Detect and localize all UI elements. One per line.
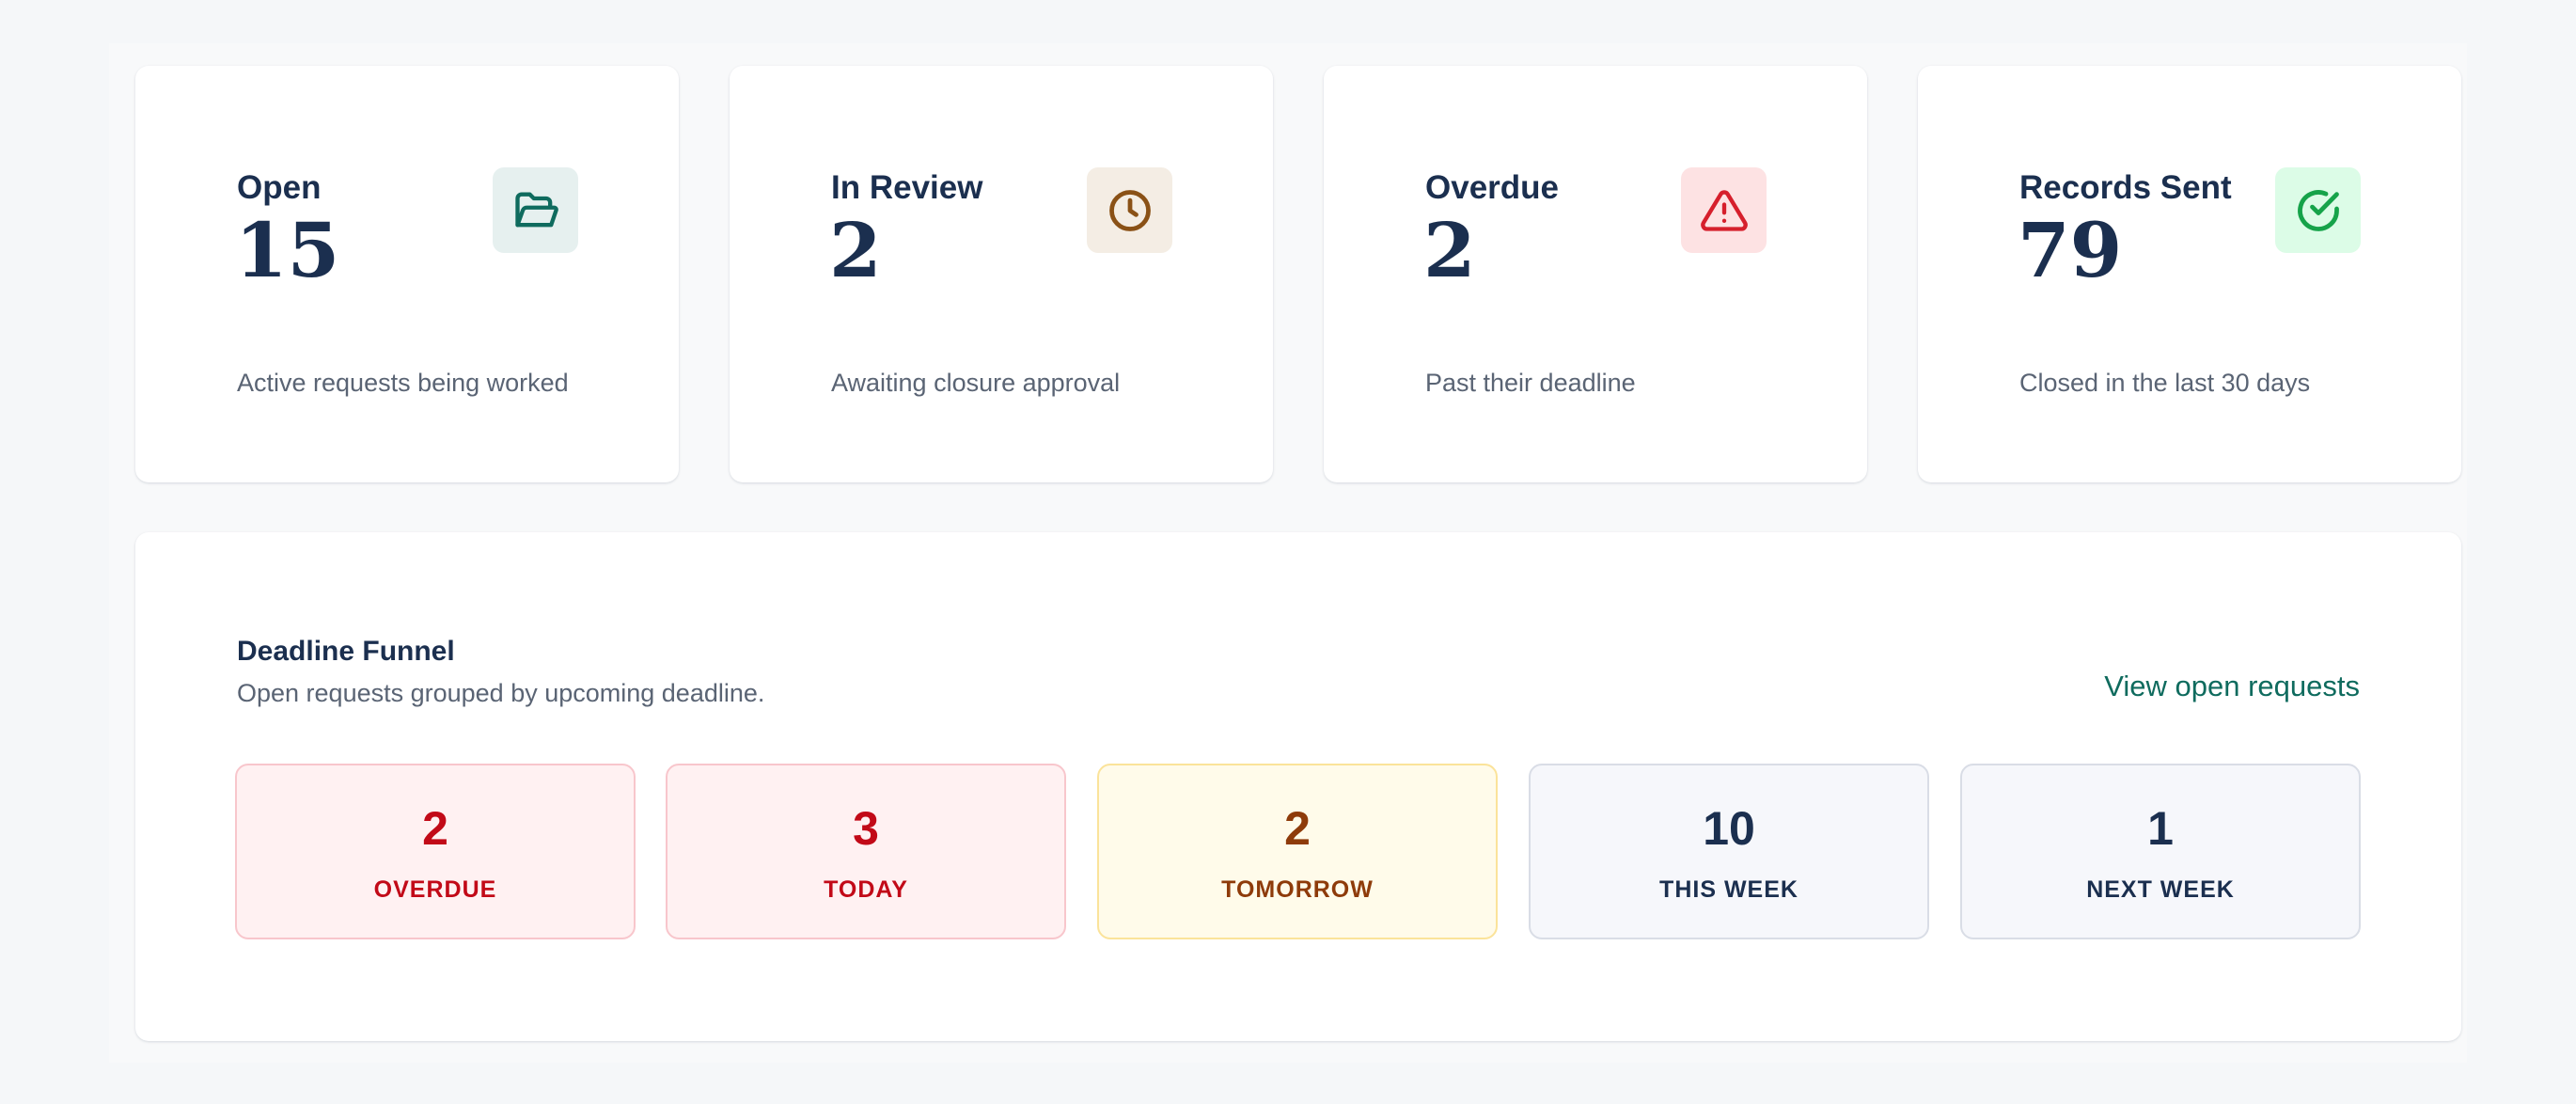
bucket-label: TODAY [824, 876, 908, 903]
bucket-label: TOMORROW [1221, 876, 1374, 903]
bucket-count: 1 [2147, 802, 2174, 855]
funnel-subtitle: Open requests grouped by upcoming deadli… [237, 679, 765, 707]
funnel-bucket-today[interactable]: 3 TODAY [666, 764, 1066, 939]
funnel-bucket-this-week[interactable]: 10 THIS WEEK [1529, 764, 1929, 939]
bucket-count: 10 [1703, 802, 1755, 855]
bucket-label: THIS WEEK [1659, 876, 1798, 903]
view-open-requests-link[interactable]: View open requests [2104, 670, 2360, 703]
stat-label: Overdue [1425, 169, 1559, 206]
stat-label: Records Sent [2019, 169, 2232, 206]
stat-card-records-sent: Records Sent 79 Closed in the last 30 da… [1918, 66, 2461, 482]
bucket-count: 2 [1284, 802, 1311, 855]
stat-card-open: Open 15 Active requests being worked [135, 66, 679, 482]
bucket-label: OVERDUE [373, 876, 497, 903]
bucket-count: 2 [422, 802, 448, 855]
stat-description: Past their deadline [1425, 369, 1636, 397]
funnel-bucket-tomorrow[interactable]: 2 TOMORROW [1097, 764, 1498, 939]
stat-description: Closed in the last 30 days [2019, 369, 2311, 397]
stat-label: Open [237, 169, 322, 206]
stat-value: 2 [829, 206, 882, 294]
funnel-bucket-overdue[interactable]: 2 OVERDUE [235, 764, 636, 939]
stat-value: 15 [235, 206, 340, 294]
bucket-label: NEXT WEEK [2086, 876, 2235, 903]
stat-description: Active requests being worked [237, 369, 569, 397]
stat-value: 79 [2018, 206, 2123, 294]
funnel-bucket-next-week[interactable]: 1 NEXT WEEK [1960, 764, 2361, 939]
stat-description: Awaiting closure approval [831, 369, 1121, 397]
clock-icon [1087, 167, 1172, 253]
funnel-title: Deadline Funnel [237, 636, 455, 667]
stat-label: In Review [831, 169, 983, 206]
bucket-count: 3 [853, 802, 879, 855]
check-circle-icon [2275, 167, 2361, 253]
folder-open-icon [493, 167, 578, 253]
stat-value: 2 [1423, 206, 1476, 294]
deadline-funnel-card: Deadline Funnel Open requests grouped by… [135, 532, 2461, 1041]
stat-card-in-review: In Review 2 Awaiting closure approval [730, 66, 1273, 482]
stat-card-overdue: Overdue 2 Past their deadline [1324, 66, 1867, 482]
alert-triangle-icon [1681, 167, 1767, 253]
